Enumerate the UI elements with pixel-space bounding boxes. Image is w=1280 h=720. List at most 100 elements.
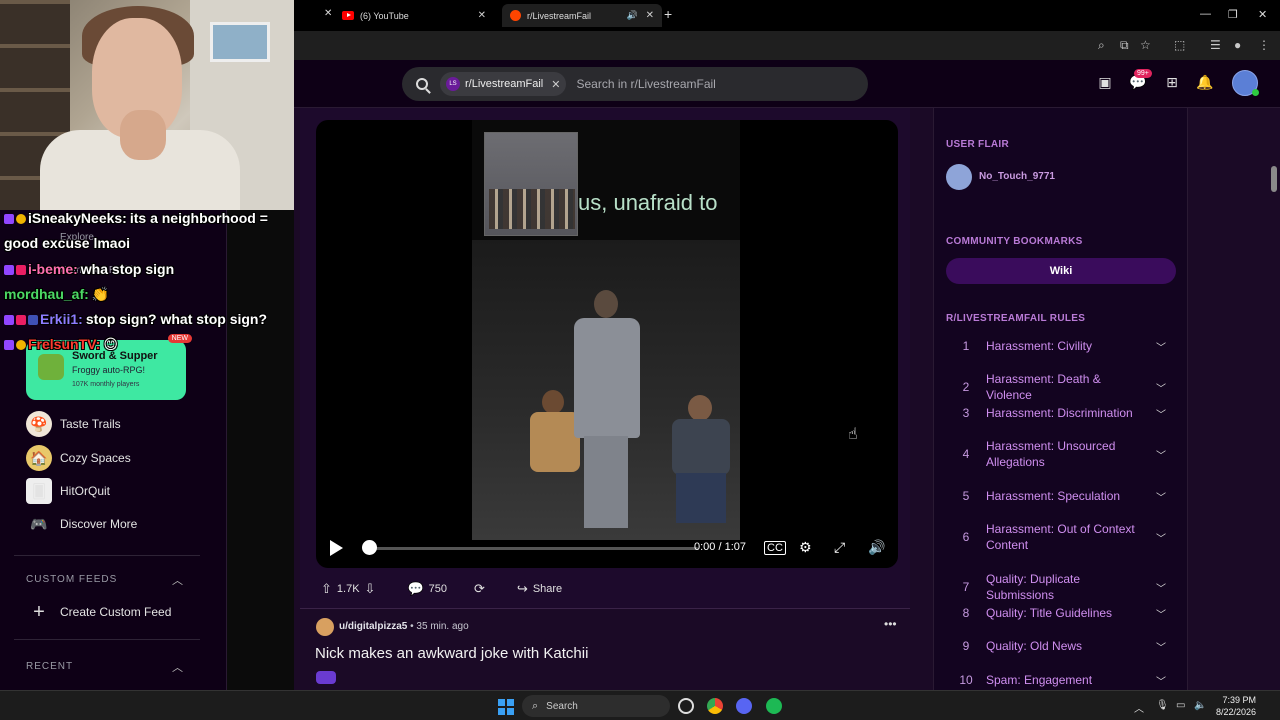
close-tab-icon[interactable]: ✕ (646, 10, 654, 21)
comments-button[interactable]: 💬 750 (402, 581, 447, 597)
system-clock[interactable]: 7:39 PM 8/22/2026 (1212, 694, 1256, 718)
flair-name[interactable]: No_Touch_9771 (979, 171, 1055, 182)
chevron-down-icon[interactable]: ﹀ (1156, 447, 1166, 462)
rule-item[interactable]: 8 Quality: Title Guidelines ﹀ (946, 605, 1176, 621)
speaker-icon[interactable]: 🔈 (1194, 700, 1206, 711)
new-tab-button[interactable]: + (664, 6, 672, 22)
chevron-down-icon[interactable]: ﹀ (1156, 530, 1166, 545)
seated-person-right (668, 395, 734, 525)
clear-chip-icon[interactable]: ✕ (551, 78, 560, 91)
chevron-down-icon[interactable]: ﹀ (1156, 580, 1166, 595)
seek-knob[interactable] (362, 540, 377, 555)
discord-icon[interactable] (736, 698, 752, 714)
rule-number: 6 (962, 530, 970, 544)
bookmark-star-icon[interactable]: ☆ (1140, 38, 1151, 52)
search-input[interactable]: LS r/LivestreamFail ✕ Search in r/Livest… (402, 67, 868, 101)
microphone-icon[interactable]: 🎙 (1156, 700, 1169, 711)
scrollbar-thumb[interactable] (1271, 166, 1277, 192)
chevron-down-icon[interactable]: ﹀ (1156, 639, 1166, 654)
taskbar-search[interactable]: ⌕ Search (522, 695, 670, 717)
chevron-down-icon[interactable]: ﹀ (1156, 606, 1166, 621)
create-custom-feed-button[interactable]: + Create Custom Feed (26, 599, 171, 625)
zoom-icon[interactable]: ⌕ (1098, 38, 1105, 53)
cast-icon[interactable]: ⧉ (1120, 38, 1129, 53)
chrome-icon[interactable] (707, 698, 723, 714)
volume-icon[interactable]: 🔊 (868, 539, 885, 556)
community-chip[interactable]: LS r/LivestreamFail ✕ (440, 72, 567, 96)
community-chip-label: r/LivestreamFail (465, 78, 544, 90)
menu-icon[interactable]: ⋮ (1258, 38, 1270, 52)
chat-line: Erkii1: stop sign? what stop sign? (4, 311, 267, 327)
rule-item[interactable]: 4 Harassment: Unsourced Allegations ﹀ (946, 438, 1176, 470)
post-title[interactable]: Nick makes an awkward joke with Katchii (315, 645, 588, 662)
chevron-up-icon[interactable]: ︿ (172, 572, 183, 588)
chat-message: 😊 (103, 336, 118, 352)
right-sidebar: USER FLAIR No_Touch_9771 COMMUNITY BOOKM… (933, 108, 1188, 690)
rule-item[interactable]: 5 Harassment: Speculation ﹀ (946, 488, 1176, 504)
sidebar-item-hitorquit[interactable]: 🂠 HitOrQuit (26, 478, 110, 504)
audio-icon[interactable]: 🔊 (627, 10, 638, 21)
chevron-down-icon[interactable]: ﹀ (1156, 489, 1166, 504)
crosspost-button[interactable]: ⟳ (469, 581, 490, 597)
seek-bar[interactable] (368, 547, 698, 550)
minimize-button[interactable]: — (1200, 8, 1211, 20)
rule-item[interactable]: 3 Harassment: Discrimination ﹀ (946, 405, 1176, 421)
tab-youtube[interactable]: (6) YouTube ✕ (334, 4, 494, 27)
play-icon[interactable] (330, 540, 343, 556)
settings-gear-icon[interactable]: ⚙ (799, 539, 812, 556)
chevron-down-icon[interactable]: ﹀ (1156, 406, 1166, 421)
video-player[interactable]: us, unafraid to 0:00 / 1:07 CC ⚙ ⤢ 🔊 (316, 120, 898, 568)
captions-icon[interactable]: CC (764, 541, 786, 555)
mouse-cursor-icon: ☝ (848, 426, 858, 443)
video-time: 0:00 / 1:07 (694, 541, 746, 553)
chevron-up-icon[interactable]: ︿ (172, 659, 183, 675)
windows-start-icon[interactable] (498, 699, 514, 715)
task-icon[interactable] (678, 698, 694, 714)
rule-item[interactable]: 7 Quality: Duplicate Submissions ﹀ (946, 571, 1176, 603)
game-players: 107K monthly players (72, 381, 140, 388)
extensions-icon[interactable]: ⬚ (1174, 38, 1185, 52)
user-avatar[interactable] (316, 618, 334, 636)
maximize-button[interactable]: ❐ (1228, 8, 1238, 21)
rule-number: 7 (962, 580, 970, 594)
mushroom-icon: 🍄 (26, 411, 52, 437)
chevron-down-icon[interactable]: ﹀ (1156, 673, 1166, 688)
post-author[interactable]: u/digitalpizza5 (339, 621, 407, 632)
share-button[interactable]: ↪ Share (512, 581, 562, 597)
tray-overflow-icon[interactable]: ︿ (1134, 700, 1144, 715)
rule-item[interactable]: 9 Quality: Old News ﹀ (946, 638, 1176, 654)
profile-icon[interactable]: ● (1234, 38, 1241, 52)
sidebar-item-discover-more[interactable]: 🎮 Discover More (26, 511, 137, 537)
network-icon[interactable]: ▭ (1176, 700, 1185, 711)
rule-item[interactable]: 6 Harassment: Out of Context Content ﹀ (946, 521, 1176, 553)
sidebar-item-cozy-spaces[interactable]: 🏠 Cozy Spaces (26, 445, 131, 471)
twitch-flair-icon (316, 671, 336, 684)
bell-icon[interactable]: 🔔 (1195, 74, 1215, 94)
reading-list-icon[interactable]: ☰ (1210, 38, 1221, 52)
user-avatar[interactable] (1232, 70, 1259, 96)
rule-item[interactable]: 1 Harassment: Civility ﹀ (946, 338, 1176, 354)
rule-item[interactable]: 2 Harassment: Death & Violence ﹀ (946, 371, 1176, 403)
page-scrollbar[interactable] (1271, 108, 1277, 688)
more-options-icon[interactable]: ••• (884, 617, 897, 631)
close-window-button[interactable]: ✕ (1258, 8, 1267, 21)
rule-item[interactable]: 10 Spam: Engagement ﹀ (946, 672, 1176, 688)
sidebar-item-taste-trails[interactable]: 🍄 Taste Trails (26, 411, 121, 437)
share-label: Share (532, 583, 563, 595)
chevron-down-icon[interactable]: ﹀ (1156, 380, 1166, 395)
fullscreen-icon[interactable]: ⤢ (834, 539, 845, 556)
tab-livestreamfail[interactable]: r/LivestreamFail 🔊 ✕ (502, 4, 662, 27)
create-post-icon[interactable]: ⊞ (1162, 74, 1182, 94)
advertise-icon[interactable]: ▣ (1095, 74, 1115, 94)
upvote-icon[interactable]: ⇧ (321, 581, 332, 597)
next-post-card[interactable]: u/digitalpizza5 • 35 min. ago ••• Nick m… (300, 609, 910, 690)
share-icon: ↪ (516, 581, 528, 596)
address-bar[interactable]: ⌕ ⧉ ☆ ⬚ ☰ ● ⋮ (294, 31, 1280, 60)
sidebar-item-label: HitOrQuit (60, 484, 111, 498)
spotify-icon[interactable] (766, 698, 782, 714)
wiki-button[interactable]: Wiki (946, 258, 1176, 284)
chevron-down-icon[interactable]: ﹀ (1156, 339, 1166, 354)
close-tab-icon[interactable]: ✕ (478, 10, 486, 21)
downvote-icon[interactable]: ⇩ (365, 581, 376, 597)
close-icon[interactable]: ✕ (324, 8, 332, 19)
